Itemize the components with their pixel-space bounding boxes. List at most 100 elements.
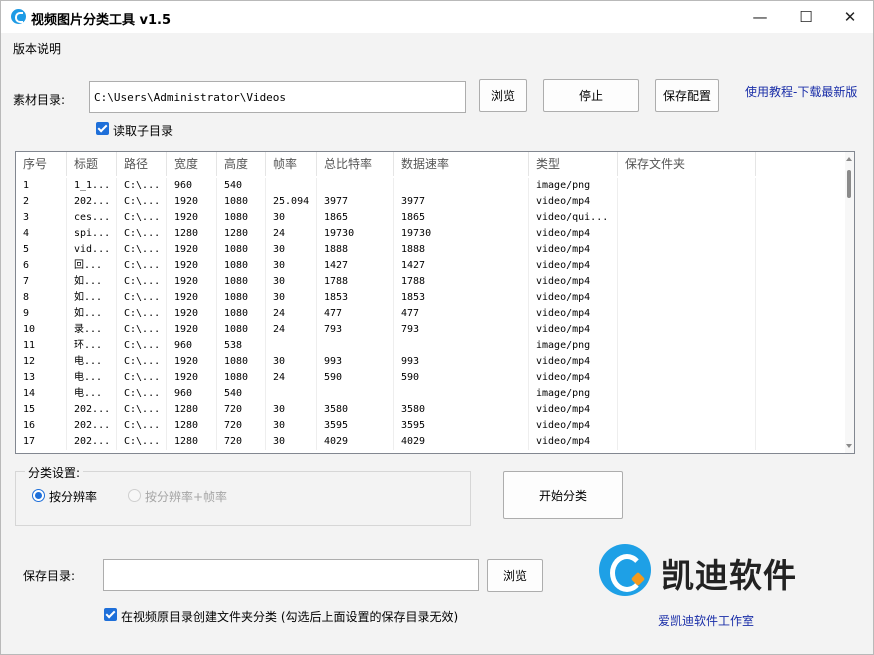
cell-title: 202... xyxy=(67,194,117,210)
table-row[interactable]: 15 202... C:\... 1280 720 30 3580 3580 video/mp4 xyxy=(16,402,846,418)
scrollbar-thumb[interactable] xyxy=(847,170,851,198)
cell-data-rate: 4029 xyxy=(394,434,529,450)
save-browse-button[interactable]: 浏览 xyxy=(487,559,543,592)
table-row[interactable]: 13 电... C:\... 1920 1080 24 590 590 video/mp4 xyxy=(16,370,846,386)
table-row[interactable]: 3 ces... C:\... 1920 1080 30 1865 1865 video/qui… xyxy=(16,210,846,226)
cell-fps xyxy=(266,178,317,194)
column-header-data-rate[interactable]: 数据速率 xyxy=(394,152,529,176)
column-header-save-folder[interactable]: 保存文件夹 xyxy=(618,152,756,176)
cell-save-folder xyxy=(618,386,756,402)
cell-index: 4 xyxy=(16,226,67,242)
cell-fps: 25.094 xyxy=(266,194,317,210)
cell-data-rate: 993 xyxy=(394,354,529,370)
cell-height: 1080 xyxy=(217,194,266,210)
close-button[interactable]: ✕ xyxy=(827,1,873,33)
radio-by-resolution[interactable] xyxy=(32,489,45,502)
cell-path: C:\... xyxy=(117,274,167,290)
save-config-button[interactable]: 保存配置 xyxy=(655,79,719,112)
column-header-width[interactable]: 宽度 xyxy=(167,152,217,176)
cell-index: 16 xyxy=(16,418,67,434)
cell-save-folder xyxy=(618,194,756,210)
cell-width: 1920 xyxy=(167,274,217,290)
cell-fps: 30 xyxy=(266,258,317,274)
cell-width: 1280 xyxy=(167,434,217,450)
scroll-up-arrow-icon[interactable] xyxy=(846,157,852,161)
cell-type: video/mp4 xyxy=(529,370,618,386)
cell-width: 1920 xyxy=(167,194,217,210)
scroll-down-arrow-icon[interactable] xyxy=(846,444,852,448)
cell-fps: 30 xyxy=(266,354,317,370)
cell-data-rate: 3977 xyxy=(394,194,529,210)
cell-data-rate: 590 xyxy=(394,370,529,386)
cell-data-rate: 477 xyxy=(394,306,529,322)
cell-save-folder xyxy=(618,226,756,242)
cell-data-rate xyxy=(394,178,529,194)
column-header-title[interactable]: 标题 xyxy=(67,152,117,176)
column-header-index[interactable]: 序号 xyxy=(16,152,67,176)
table-row[interactable]: 8 如... C:\... 1920 1080 30 1853 1853 video/mp4 xyxy=(16,290,846,306)
column-header-type[interactable]: 类型 xyxy=(529,152,618,176)
source-dir-input[interactable]: C:\Users\Administrator\Videos xyxy=(89,81,466,113)
table-row[interactable]: 12 电... C:\... 1920 1080 30 993 993 video/mp4 xyxy=(16,354,846,370)
maximize-button[interactable]: ☐ xyxy=(783,1,829,33)
table-row[interactable]: 10 录... C:\... 1920 1080 24 793 793 video/mp4 xyxy=(16,322,846,338)
menu-version-notes[interactable]: 版本说明 xyxy=(13,40,61,57)
table-row[interactable]: 2 202... C:\... 1920 1080 25.094 3977 3977 video… xyxy=(16,194,846,210)
cell-height: 1080 xyxy=(217,322,266,338)
stop-button[interactable]: 停止 xyxy=(543,79,639,112)
column-header-height[interactable]: 高度 xyxy=(217,152,266,176)
cell-path: C:\... xyxy=(117,434,167,450)
file-list-table[interactable]: 序号 标题 路径 宽度 高度 帧率 总比特率 数据速率 类型 保存文件夹 1 1_… xyxy=(15,151,855,454)
cell-type: video/mp4 xyxy=(529,290,618,306)
tutorial-download-link[interactable]: 使用教程-下载最新版 xyxy=(745,83,857,100)
cell-fps: 30 xyxy=(266,434,317,450)
column-header-total-bitrate[interactable]: 总比特率 xyxy=(317,152,394,176)
cell-index: 17 xyxy=(16,434,67,450)
column-header-path[interactable]: 路径 xyxy=(117,152,167,176)
cell-height: 720 xyxy=(217,402,266,418)
table-row[interactable]: 17 202... C:\... 1280 720 30 4029 4029 video/mp4 xyxy=(16,434,846,450)
table-row[interactable]: 7 如... C:\... 1920 1080 30 1788 1788 video/mp4 xyxy=(16,274,846,290)
minimize-button[interactable]: — xyxy=(737,1,783,33)
cell-index: 6 xyxy=(16,258,67,274)
cell-save-folder xyxy=(618,258,756,274)
start-classify-button[interactable]: 开始分类 xyxy=(503,471,623,519)
cell-width: 960 xyxy=(167,338,217,354)
cell-total-bitrate xyxy=(317,386,394,402)
cell-path: C:\... xyxy=(117,258,167,274)
table-row[interactable]: 9 如... C:\... 1920 1080 24 477 477 video/mp4 xyxy=(16,306,846,322)
table-row[interactable]: 6 回... C:\... 1920 1080 30 1427 1427 video/mp4 xyxy=(16,258,846,274)
title-bar[interactable]: 视频图片分类工具 v1.5 — ☐ ✕ xyxy=(1,1,873,33)
source-browse-button[interactable]: 浏览 xyxy=(479,79,527,112)
table-vertical-scrollbar[interactable] xyxy=(845,152,854,453)
cell-path: C:\... xyxy=(117,354,167,370)
cell-path: C:\... xyxy=(117,290,167,306)
cell-total-bitrate: 1865 xyxy=(317,210,394,226)
read-subdirs-checkbox[interactable] xyxy=(96,122,109,135)
table-row[interactable]: 1 1_1... C:\... 960 540 image/png xyxy=(16,178,846,194)
table-row[interactable]: 16 202... C:\... 1280 720 30 3595 3595 video/mp4 xyxy=(16,418,846,434)
cell-index: 5 xyxy=(16,242,67,258)
studio-link[interactable]: 爱凯迪软件工作室 xyxy=(658,612,754,629)
table-row[interactable]: 11 环... C:\... 960 538 image/png xyxy=(16,338,846,354)
table-row[interactable]: 5 vid... C:\... 1920 1080 30 1888 1888 video/mp4 xyxy=(16,242,846,258)
cell-index: 10 xyxy=(16,322,67,338)
cell-index: 2 xyxy=(16,194,67,210)
cell-height: 538 xyxy=(217,338,266,354)
cell-title: 如... xyxy=(67,274,117,290)
cell-width: 1920 xyxy=(167,322,217,338)
cell-path: C:\... xyxy=(117,178,167,194)
create-in-source-checkbox[interactable] xyxy=(104,608,117,621)
cell-title: 录... xyxy=(67,322,117,338)
table-row[interactable]: 4 spi... C:\... 1280 1280 24 19730 19730 video/m… xyxy=(16,226,846,242)
column-header-fps[interactable]: 帧率 xyxy=(266,152,317,176)
cell-index: 14 xyxy=(16,386,67,402)
cell-total-bitrate xyxy=(317,178,394,194)
radio-by-resolution-fps[interactable] xyxy=(128,489,141,502)
table-row[interactable]: 14 电... C:\... 960 540 image/png xyxy=(16,386,846,402)
cell-total-bitrate: 3977 xyxy=(317,194,394,210)
cell-fps: 30 xyxy=(266,402,317,418)
save-dir-input[interactable] xyxy=(103,559,479,591)
cell-height: 1080 xyxy=(217,210,266,226)
cell-type: video/mp4 xyxy=(529,418,618,434)
